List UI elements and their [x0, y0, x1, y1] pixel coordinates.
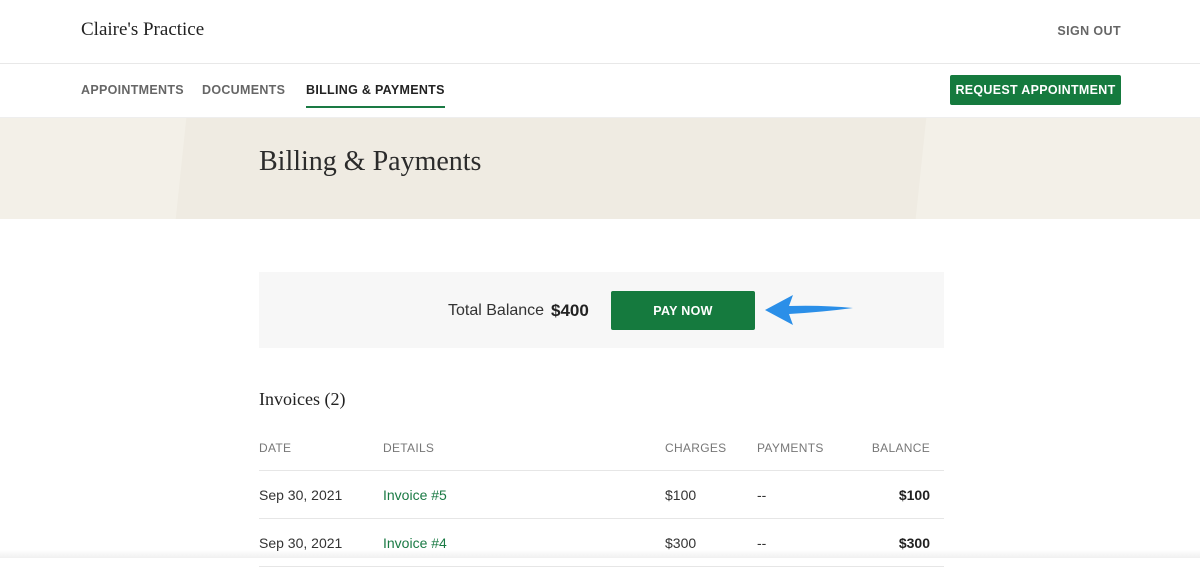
invoice-balance: $100	[899, 487, 930, 503]
invoices-table: DATE DETAILS CHARGES PAYMENTS BALANCE Se…	[259, 430, 944, 567]
bottom-shadow	[0, 550, 1200, 558]
invoices-heading: Invoices (2)	[259, 389, 345, 410]
table-row: Sep 30, 2021 Invoice #5 $100 -- $100	[259, 471, 944, 519]
invoice-payments: --	[757, 535, 766, 551]
total-balance-label: Total Balance	[448, 302, 544, 320]
column-header-payments: PAYMENTS	[757, 441, 824, 455]
sign-out-link[interactable]: SIGN OUT	[1057, 24, 1121, 38]
invoice-balance: $300	[899, 535, 930, 551]
column-header-charges: CHARGES	[665, 441, 726, 455]
tab-billing-payments[interactable]: BILLING & PAYMENTS	[306, 83, 445, 97]
invoice-link[interactable]: Invoice #4	[383, 535, 447, 551]
pay-now-button[interactable]: PAY NOW	[611, 291, 755, 330]
invoice-charges: $300	[665, 535, 696, 551]
invoice-date: Sep 30, 2021	[259, 487, 342, 503]
table-header: DATE DETAILS CHARGES PAYMENTS BALANCE	[259, 430, 944, 471]
total-balance-value: $400	[551, 301, 589, 321]
column-header-date: DATE	[259, 441, 291, 455]
tab-appointments[interactable]: APPOINTMENTS	[81, 83, 184, 97]
column-header-details: DETAILS	[383, 441, 434, 455]
page-title: Billing & Payments	[259, 146, 481, 178]
arrow-left-icon	[763, 293, 855, 327]
invoice-link[interactable]: Invoice #5	[383, 487, 447, 503]
tab-documents[interactable]: DOCUMENTS	[202, 83, 285, 97]
invoice-date: Sep 30, 2021	[259, 535, 342, 551]
table-row: Sep 30, 2021 Invoice #4 $300 -- $300	[259, 519, 944, 567]
practice-name: Claire's Practice	[81, 19, 204, 41]
invoice-charges: $100	[665, 487, 696, 503]
column-header-balance: BALANCE	[872, 441, 930, 455]
invoice-payments: --	[757, 487, 766, 503]
main-nav: APPOINTMENTS DOCUMENTS BILLING & PAYMENT…	[0, 64, 1200, 118]
page-header-banner: Billing & Payments	[0, 118, 1200, 219]
top-bar: Claire's Practice SIGN OUT	[0, 0, 1200, 64]
request-appointment-button[interactable]: REQUEST APPOINTMENT	[950, 75, 1121, 105]
